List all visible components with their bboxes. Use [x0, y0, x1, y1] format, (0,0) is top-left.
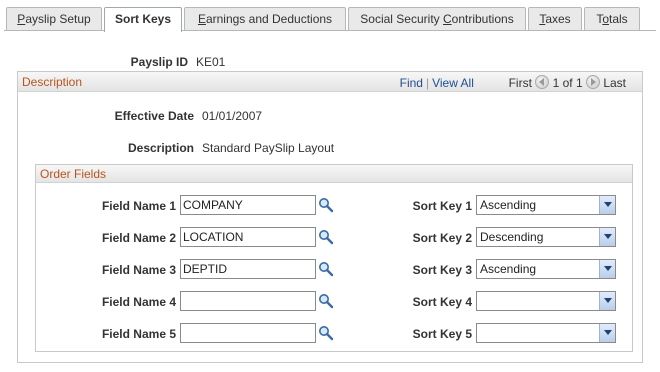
tab-taxes[interactable]: Taxes — [528, 7, 582, 31]
tab-divider — [4, 30, 656, 31]
tab-bar: Payslip Setup Sort Keys Earnings and Ded… — [0, 0, 660, 32]
magnifier-icon[interactable] — [318, 325, 334, 341]
find-link[interactable]: Find — [400, 76, 423, 90]
order-fields-title: Order Fields — [40, 167, 107, 181]
field-name-5-input[interactable] — [180, 323, 316, 343]
sort-key-2-label: Sort Key 2 — [412, 231, 472, 245]
sort-key-5-label: Sort Key 5 — [412, 327, 472, 341]
sort-key-3-value: Ascending — [480, 262, 537, 276]
chevron-down-icon[interactable] — [599, 292, 615, 310]
tab-earnings-and-deductions[interactable]: Earnings and Deductions — [184, 7, 346, 31]
field-name-1-input[interactable] — [180, 195, 316, 215]
sort-key-3-select[interactable]: Ascending — [476, 259, 616, 279]
payslip-id-value: KE01 — [196, 55, 226, 69]
effective-date-label: Effective Date — [114, 109, 194, 123]
view-all-link[interactable]: View All — [432, 76, 474, 90]
sort-key-1-select[interactable]: Ascending — [476, 195, 616, 215]
next-arrow-icon[interactable] — [585, 75, 600, 89]
chevron-down-icon[interactable] — [599, 196, 615, 214]
tab-sort-keys[interactable]: Sort Keys — [104, 7, 182, 32]
chevron-down-icon[interactable] — [599, 324, 615, 342]
sort-key-1-value: Ascending — [480, 198, 537, 212]
order-fields-header: Order Fields — [36, 165, 632, 183]
description-value: Standard PaySlip Layout — [202, 141, 335, 155]
effective-date-value: 01/01/2007 — [202, 109, 263, 123]
magnifier-icon[interactable] — [318, 197, 334, 213]
previous-arrow-icon[interactable] — [535, 75, 550, 89]
field-name-4-input[interactable] — [180, 291, 316, 311]
field-name-5-label: Field Name 5 — [101, 327, 176, 341]
field-name-2-input[interactable] — [180, 227, 316, 247]
magnifier-icon[interactable] — [318, 293, 334, 309]
last-label: Last — [603, 76, 626, 90]
field-name-3-input[interactable] — [180, 259, 316, 279]
sort-key-2-select[interactable]: Descending — [476, 227, 616, 247]
description-label: Description — [127, 141, 194, 155]
sort-key-2-value: Descending — [480, 230, 544, 244]
sort-key-4-select[interactable] — [476, 291, 616, 311]
field-name-2-label: Field Name 2 — [101, 231, 176, 245]
sort-key-1-label: Sort Key 1 — [412, 199, 472, 213]
tab-payslip-setup[interactable]: Payslip Setup — [6, 7, 102, 31]
first-label: First — [508, 76, 532, 90]
tab-totals[interactable]: Totals — [584, 7, 640, 31]
field-name-3-label: Field Name 3 — [101, 263, 176, 277]
chevron-down-icon[interactable] — [599, 260, 615, 278]
tab-social-security-contributions[interactable]: Social Security Contributions — [348, 7, 526, 31]
payslip-id-label: Payslip ID — [130, 55, 188, 69]
sort-key-5-select[interactable] — [476, 323, 616, 343]
row-count: 1 of 1 — [552, 76, 583, 90]
scroll-navigation: Find | View All First 1 of 1 Last — [399, 75, 626, 90]
field-name-4-label: Field Name 4 — [101, 295, 176, 309]
sort-key-4-label: Sort Key 4 — [412, 295, 472, 309]
sort-key-3-label: Sort Key 3 — [412, 263, 472, 277]
field-name-1-label: Field Name 1 — [101, 199, 176, 213]
magnifier-icon[interactable] — [318, 229, 334, 245]
description-title: Description — [22, 75, 83, 89]
description-header: Description Find | View All First 1 of 1 L… — [18, 72, 642, 92]
chevron-down-icon[interactable] — [599, 228, 615, 246]
magnifier-icon[interactable] — [318, 261, 334, 277]
